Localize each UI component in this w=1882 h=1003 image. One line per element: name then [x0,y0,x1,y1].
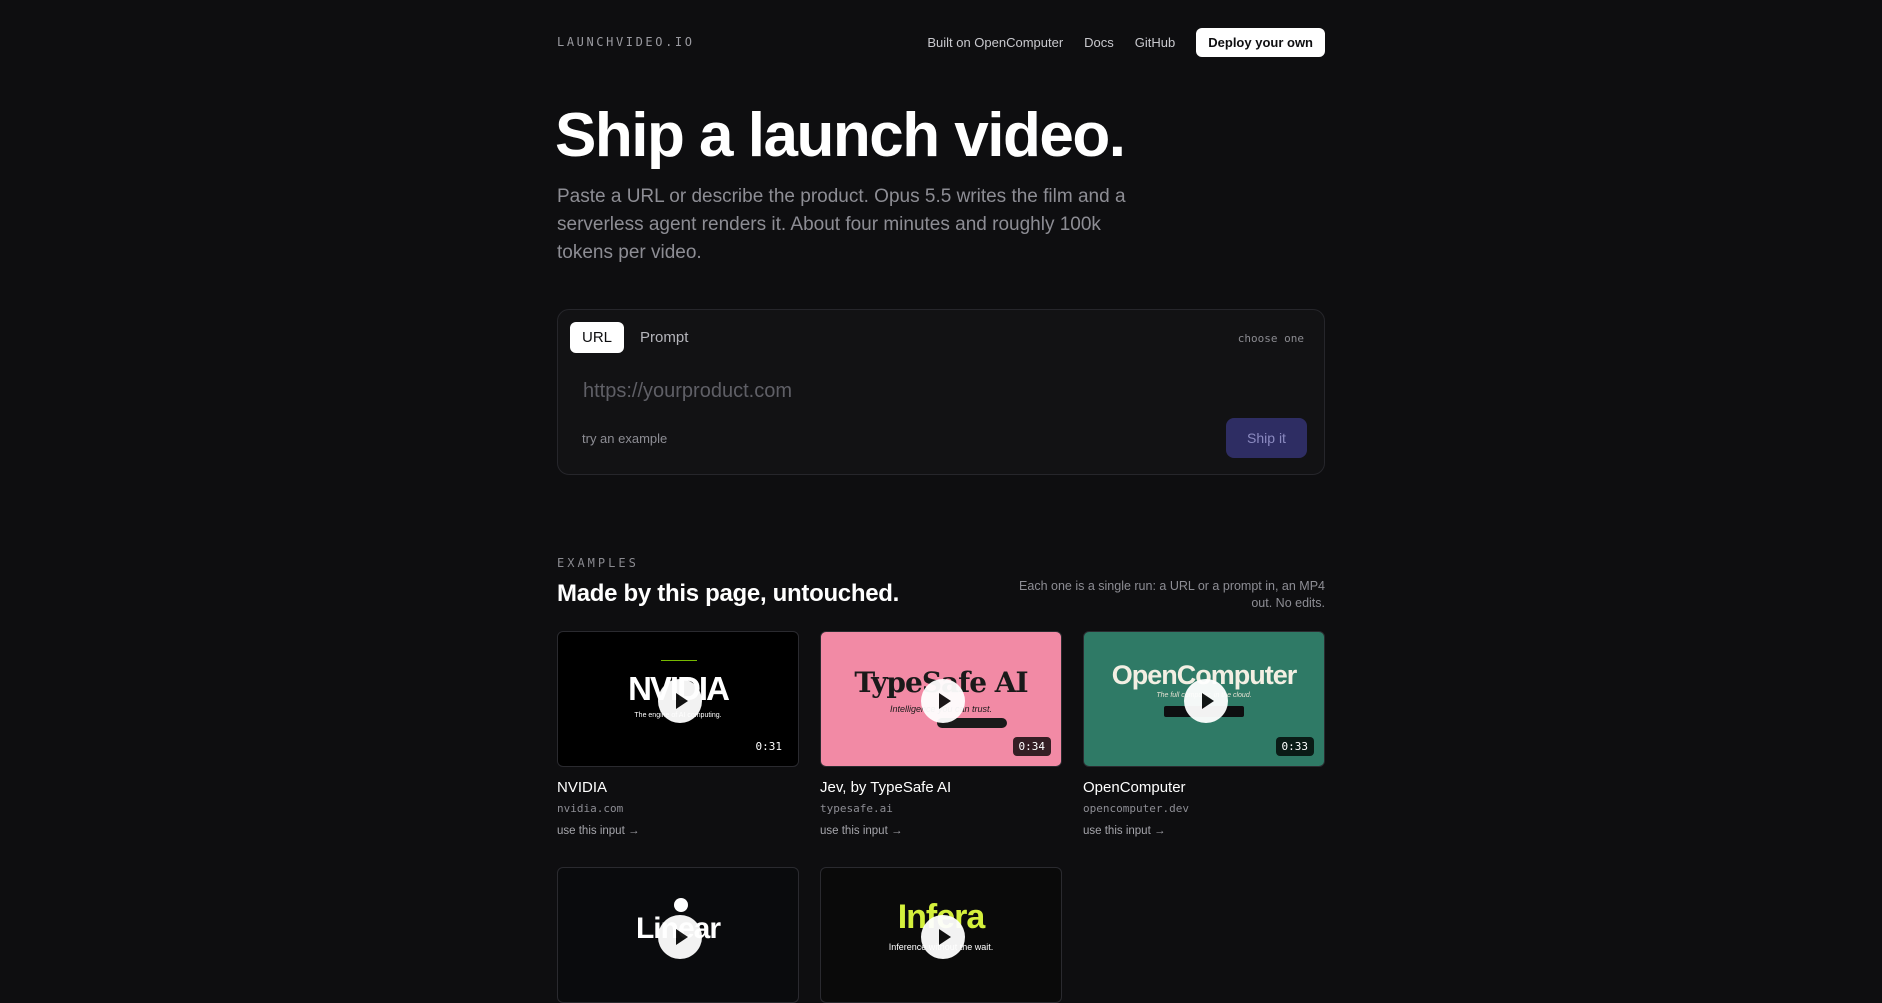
hero-title: Ship a launch video. [555,101,1126,170]
url-input[interactable] [581,375,1185,407]
card-domain: typesafe.ai [820,802,893,815]
video-thumbnail[interactable]: Linear [557,867,799,1003]
try-example-link[interactable]: try an example [582,431,667,446]
nav-built-on-opencomputer[interactable]: Built on OpenComputer [927,35,1063,50]
video-thumbnail[interactable]: OpenComputer The full computer, in the c… [1083,631,1325,767]
card-name: OpenComputer [1083,779,1186,796]
nav-github[interactable]: GitHub [1135,35,1175,50]
play-icon[interactable] [921,915,965,959]
deploy-button[interactable]: Deploy your own [1196,27,1325,57]
play-icon[interactable] [658,915,702,959]
use-this-input-link[interactable]: use this input → [1083,825,1325,837]
logo[interactable]: LAUNCHVIDEO.IO [557,35,695,49]
card-name: Jev, by TypeSafe AI [820,779,952,796]
card-name: NVIDIA [557,779,608,796]
play-icon[interactable] [1184,679,1228,723]
examples-title: Made by this page, untouched. [557,580,899,607]
example-card[interactable]: TypeSafe AI Intelligence you can trust. … [820,631,1062,837]
duration-badge: 0:31 [749,737,788,756]
examples-description: Each one is a single run: a URL or a pro… [1019,579,1325,610]
play-icon[interactable] [921,679,965,723]
mode-tabs: URL Prompt [570,322,704,353]
tab-prompt[interactable]: Prompt [628,322,700,353]
use-this-input-link[interactable]: use this input → [557,825,799,837]
video-thumbnail[interactable]: Infera Inference without the wait. [820,867,1062,1003]
card-domain: opencomputer.dev [1083,802,1189,815]
example-card[interactable]: NVIDIA The engine of AI computing. 0:31 … [557,631,799,837]
header: LAUNCHVIDEO.IO Built on OpenComputer Doc… [557,27,1325,57]
card-domain: nvidia.com [557,802,624,815]
example-card[interactable]: Infera Inference without the wait. [820,867,1062,1003]
input-card: URL Prompt choose one try an example Shi… [557,309,1325,475]
nav: Built on OpenComputer Docs GitHub Deploy… [906,27,1325,57]
duration-badge: 0:34 [1012,737,1051,756]
accent-line [661,660,697,661]
use-this-input-link[interactable]: use this input → [820,825,1062,837]
video-thumbnail[interactable]: NVIDIA The engine of AI computing. 0:31 [557,631,799,767]
video-thumbnail[interactable]: TypeSafe AI Intelligence you can trust. … [820,631,1062,767]
hero-subtitle: Paste a URL or describe the product. Opu… [557,186,1126,263]
linear-logo-icon [674,898,688,912]
tab-url[interactable]: URL [570,322,625,353]
play-icon[interactable] [658,679,702,723]
example-card[interactable]: Linear [557,867,799,1003]
nav-docs[interactable]: Docs [1084,35,1114,50]
example-card[interactable]: OpenComputer The full computer, in the c… [1083,631,1325,837]
examples-label: EXAMPLES [557,556,639,570]
duration-badge: 0:33 [1275,737,1314,756]
ship-it-button[interactable]: Ship it [1226,418,1307,458]
choose-one-hint: choose one [1237,332,1304,345]
